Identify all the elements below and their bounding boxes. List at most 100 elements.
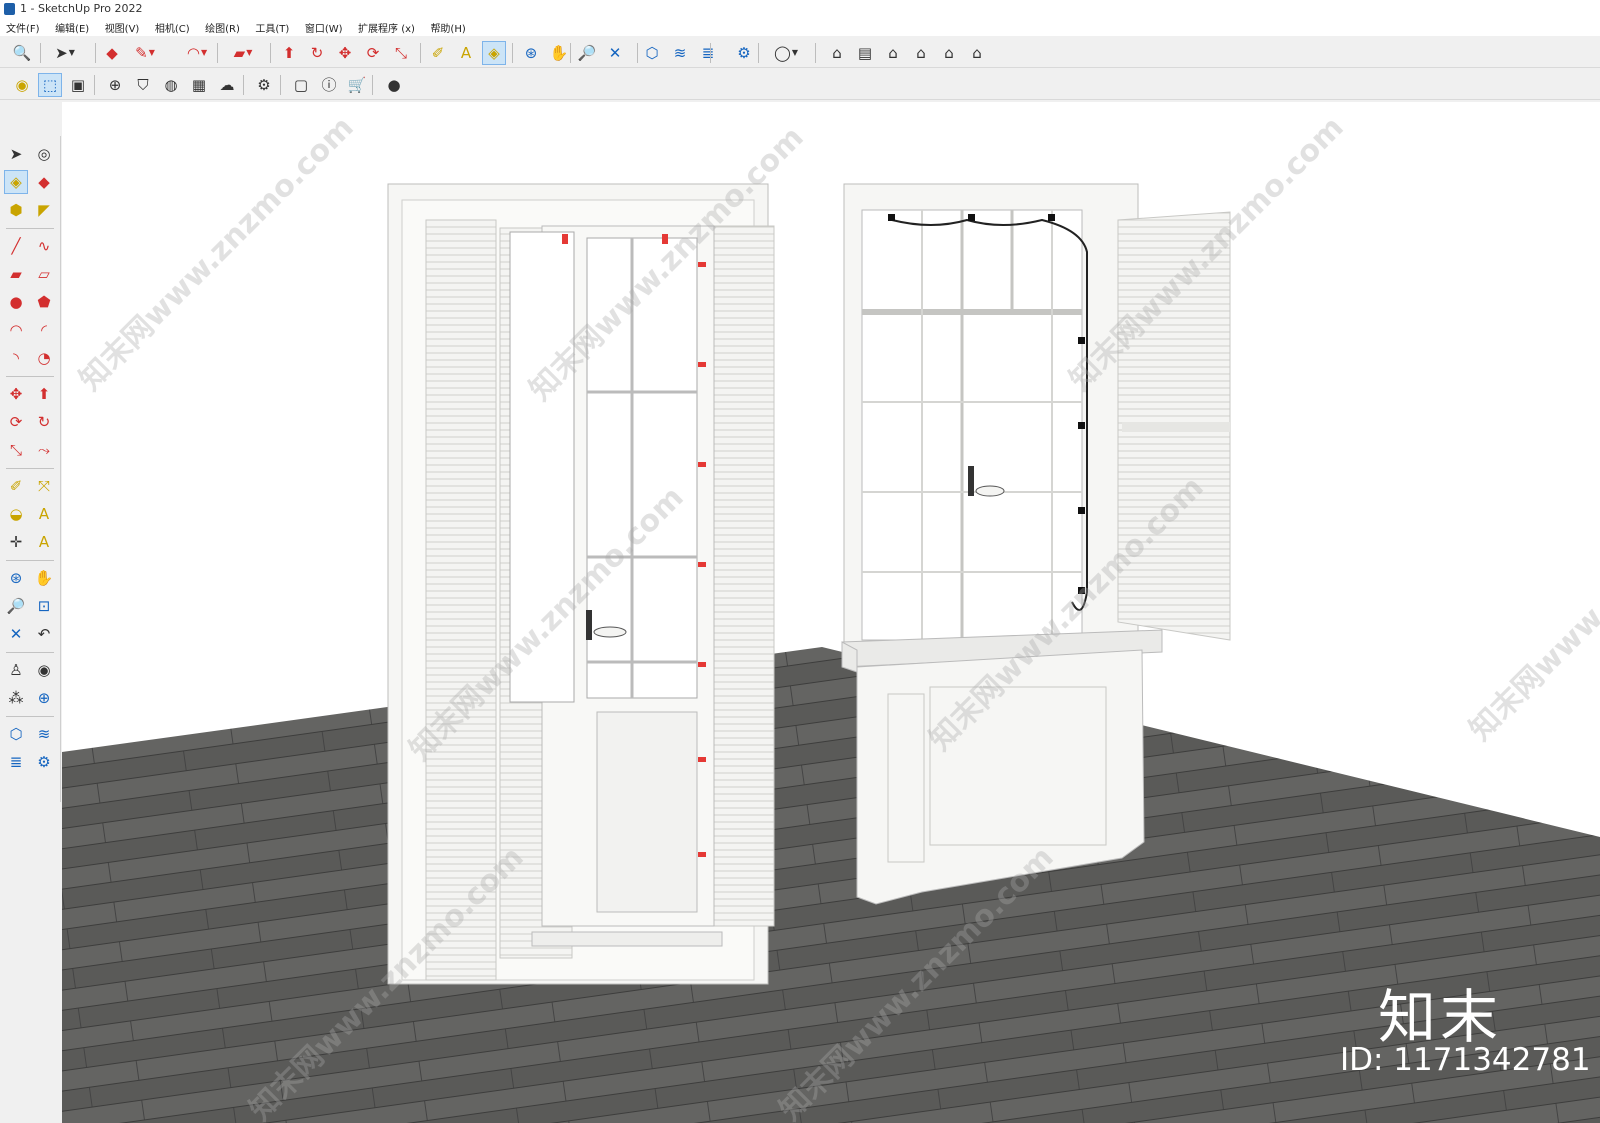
- rotate-button[interactable]: ⟳: [361, 41, 385, 65]
- dimension-tool-button[interactable]: ⤧: [32, 474, 56, 498]
- extension-manager-button[interactable]: ⚙: [732, 41, 756, 65]
- front-view-button[interactable]: ⌂: [881, 41, 905, 65]
- menu-tools[interactable]: 工具(T): [255, 18, 289, 35]
- user-button[interactable]: ●: [382, 73, 406, 97]
- lasso-tool-button[interactable]: ◎: [32, 142, 56, 166]
- dropdown-arrow-icon[interactable]: ▼: [69, 49, 75, 57]
- settings-button[interactable]: ⚙: [252, 73, 276, 97]
- line-tool-button[interactable]: ╱: [4, 234, 28, 258]
- zoom-extents-button[interactable]: ✕: [603, 41, 627, 65]
- eraser-tool-button[interactable]: ◆: [32, 170, 56, 194]
- menu-camera[interactable]: 相机(C): [155, 18, 190, 35]
- dropdown-arrow-icon[interactable]: ▼: [792, 49, 798, 57]
- protractor-tool-button[interactable]: ◒: [4, 502, 28, 526]
- zoom-tool-button[interactable]: 🔎: [4, 594, 28, 618]
- menu-extensions[interactable]: 扩展程序 (x): [358, 18, 415, 35]
- three-point-arc-tool-button[interactable]: ◝: [4, 346, 28, 370]
- pan-button[interactable]: ✋: [547, 41, 571, 65]
- zoom-button[interactable]: 🔎: [575, 41, 599, 65]
- offset-tool-button[interactable]: ⤳: [32, 438, 56, 462]
- move-tool-button[interactable]: ✥: [4, 382, 28, 406]
- paint-bucket-button[interactable]: ◈: [482, 41, 506, 65]
- shield-button[interactable]: ⛉: [131, 73, 155, 97]
- message-button[interactable]: ▢: [289, 73, 313, 97]
- menu-draw[interactable]: 绘图(R): [205, 18, 240, 35]
- zoom-extents-tool-button[interactable]: ✕: [4, 622, 28, 646]
- component-tool-button[interactable]: ⬢: [4, 198, 28, 222]
- tape-measure-button[interactable]: ✐: [426, 41, 450, 65]
- paint-tool-button[interactable]: ◈: [4, 170, 28, 194]
- left-view-button[interactable]: ⌂: [965, 41, 989, 65]
- text-button[interactable]: A: [454, 41, 478, 65]
- follow-me-tool-button[interactable]: ↻: [32, 410, 56, 434]
- push-pull-tool-button[interactable]: ⬆: [32, 382, 56, 406]
- axes-tool-button[interactable]: ✛: [4, 530, 28, 554]
- orbit-tool-button[interactable]: ⊛: [4, 566, 28, 590]
- solid-tools-button[interactable]: ◍: [159, 73, 183, 97]
- back-view-button[interactable]: ⌂: [937, 41, 961, 65]
- arc-button[interactable]: ◠ ▼: [180, 41, 214, 65]
- tape-tool-icon: ✐: [9, 477, 23, 495]
- select-button[interactable]: ➤ ▼: [48, 41, 82, 65]
- pencil-button[interactable]: ✎ ▼: [128, 41, 162, 65]
- extension-manager-tool-button[interactable]: ⚙: [32, 750, 56, 774]
- follow-me-button[interactable]: ↻: [305, 41, 329, 65]
- eraser-button[interactable]: ◆: [100, 41, 124, 65]
- warehouse-tool-button[interactable]: ⬡: [4, 722, 28, 746]
- previous-view-tool-button[interactable]: ↶: [32, 622, 56, 646]
- scale-button[interactable]: ⤡: [389, 41, 413, 65]
- dropdown-arrow-icon[interactable]: ▼: [149, 49, 155, 57]
- rotate-tool-button[interactable]: ⟳: [4, 410, 28, 434]
- menu-file[interactable]: 文件(F): [6, 18, 40, 35]
- rotated-rectangle-tool-button[interactable]: ▱: [32, 262, 56, 286]
- tape-tool-button[interactable]: ✐: [4, 474, 28, 498]
- layout-tool-button[interactable]: ≣: [4, 750, 28, 774]
- right-view-button[interactable]: ⌂: [909, 41, 933, 65]
- cart-button[interactable]: 🛒: [345, 73, 369, 97]
- checker-button[interactable]: ▦: [187, 73, 211, 97]
- walk-tool-button[interactable]: ⁂: [4, 686, 28, 710]
- pan-tool-button[interactable]: ✋: [32, 566, 56, 590]
- warehouse-button[interactable]: ⬡: [640, 41, 664, 65]
- account-button[interactable]: ◯ ▼: [769, 41, 803, 65]
- section-plane-tool-button[interactable]: ⊕: [32, 686, 56, 710]
- extension-warehouse-tool-button[interactable]: ≋: [32, 722, 56, 746]
- rectangle-tool-button[interactable]: ▰: [4, 262, 28, 286]
- position-camera-tool-button[interactable]: ♙: [4, 658, 28, 682]
- polygon-tool-button[interactable]: ⬟: [32, 290, 56, 314]
- make-component-button[interactable]: ◉: [10, 73, 34, 97]
- menu-view[interactable]: 视图(V): [105, 18, 140, 35]
- info-button[interactable]: ⓘ: [317, 73, 341, 97]
- push-pull-button[interactable]: ⬆: [277, 41, 301, 65]
- menu-help[interactable]: 帮助(H): [430, 18, 465, 35]
- look-around-tool-button[interactable]: ◉: [32, 658, 56, 682]
- dropdown-arrow-icon[interactable]: ▼: [201, 49, 207, 57]
- 3d-text-tool-button[interactable]: A: [32, 530, 56, 554]
- two-point-arc-tool-button[interactable]: ◜: [32, 318, 56, 342]
- arc-tool-button[interactable]: ◠: [4, 318, 28, 342]
- iso-view-button[interactable]: ⌂: [825, 41, 849, 65]
- section-plane-button[interactable]: ⬚: [38, 73, 62, 97]
- camera-button[interactable]: ▣: [66, 73, 90, 97]
- tag-tool-button[interactable]: ◤: [32, 198, 56, 222]
- layout-button[interactable]: ≣: [696, 41, 720, 65]
- menu-edit[interactable]: 编辑(E): [55, 18, 89, 35]
- circle-tool-button[interactable]: ●: [4, 290, 28, 314]
- rectangle-button[interactable]: ▰ ▼: [226, 41, 260, 65]
- dropdown-arrow-icon[interactable]: ▼: [246, 49, 252, 57]
- pie-tool-button[interactable]: ◔: [32, 346, 56, 370]
- select-tool-button[interactable]: ➤: [4, 142, 28, 166]
- cloud-upload-button[interactable]: ☁: [215, 73, 239, 97]
- freehand-tool-button[interactable]: ∿: [32, 234, 56, 258]
- add-button[interactable]: ⊕: [103, 73, 127, 97]
- scale-tool-button[interactable]: ⤡: [4, 438, 28, 462]
- orbit-button[interactable]: ⊛: [519, 41, 543, 65]
- zoom-window-button[interactable]: 🔍: [10, 41, 34, 65]
- move-button[interactable]: ✥: [333, 41, 357, 65]
- top-view-button[interactable]: ▤: [853, 41, 877, 65]
- text-tool-button[interactable]: A: [32, 502, 56, 526]
- model-viewport[interactable]: 知末网www.znzmo.com 知末网www.znzmo.com 知末网www…: [62, 102, 1600, 1123]
- zoom-window-tool-button[interactable]: ⊡: [32, 594, 56, 618]
- menu-window[interactable]: 窗口(W): [305, 18, 343, 35]
- extension-warehouse-button[interactable]: ≋: [668, 41, 692, 65]
